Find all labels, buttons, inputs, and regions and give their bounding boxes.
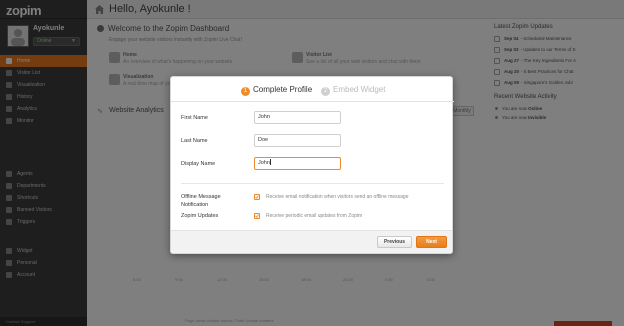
offline-notification-label: Offline Message Notification [181,193,221,209]
step-complete-profile[interactable]: 1 Complete Profile [241,85,312,96]
zopim-updates-checkbox[interactable] [254,213,260,219]
step-label: Embed Widget [333,85,386,94]
setup-wizard-modal: 1 Complete Profile 2 Embed Widget First Na… [170,76,454,254]
modal-footer: Previous Next [171,230,452,253]
offline-notification-text: Receive email notification when visitors… [266,194,409,200]
wizard-steps: 1 Complete Profile 2 Embed Widget [171,77,454,101]
previous-button[interactable]: Previous [377,236,412,248]
step-label: Complete Profile [253,85,313,94]
text-cursor [269,159,271,165]
offline-label-line-2: Notification [181,202,209,208]
first-name-field[interactable]: John [254,111,341,124]
zopim-updates-label: Zopim Updates [181,213,219,219]
check-icon [255,195,259,199]
display-name-label: Display Name [181,161,216,167]
offline-label-line-1: Offline Message [181,194,221,200]
display-name-field[interactable]: John [254,157,341,170]
step-number-badge: 1 [241,87,250,96]
last-name-field[interactable]: Doe [254,134,341,147]
step-number-badge: 2 [321,87,330,96]
display-name-value: John [258,160,270,166]
next-button[interactable]: Next [416,236,447,248]
check-icon [255,214,259,218]
last-name-label: Last Name [181,138,208,144]
divider [181,183,444,184]
first-name-label: First Name [181,115,208,121]
step-embed-widget[interactable]: 2 Embed Widget [321,85,385,96]
divider [171,101,454,102]
zopim-updates-text: Receive periodic email updates from Zopi… [266,213,363,219]
offline-notification-checkbox[interactable] [254,194,260,200]
